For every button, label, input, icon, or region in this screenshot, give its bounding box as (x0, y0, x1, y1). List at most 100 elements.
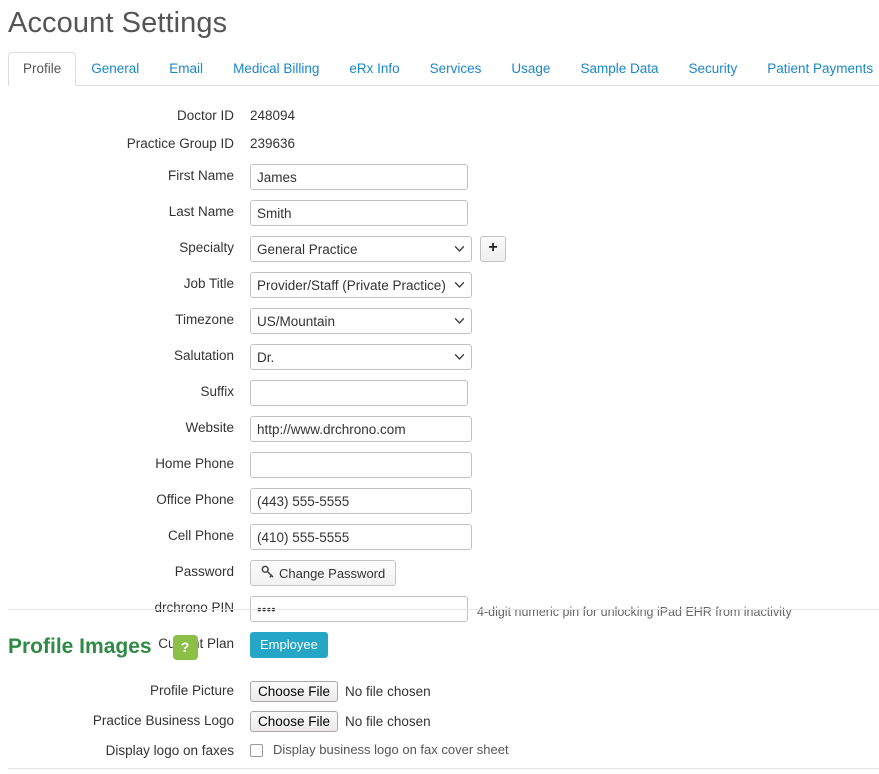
row-password: Password Change Password (0, 560, 879, 586)
tab-general[interactable]: General (76, 52, 154, 86)
tab-services[interactable]: Services (415, 52, 497, 86)
display-logo-checkbox[interactable] (250, 743, 263, 757)
profile-picture-label: Profile Picture (149, 683, 234, 698)
suffix-label: Suffix (200, 384, 234, 399)
home-phone-label: Home Phone (155, 456, 234, 471)
row-last-name: Last Name (0, 200, 879, 226)
tab-email[interactable]: Email (154, 52, 218, 86)
home-phone-input[interactable] (250, 452, 472, 478)
doctor-id-value: 248094 (250, 108, 296, 123)
help-icon[interactable]: ? (172, 634, 198, 660)
website-input[interactable] (250, 416, 472, 442)
first-name-input[interactable] (250, 164, 468, 190)
tab-usage[interactable]: Usage (496, 52, 565, 86)
page-title: Account Settings (8, 7, 228, 39)
row-timezone: Timezone US/Mountain (0, 308, 879, 334)
profile-picture-choose-file-button[interactable]: Choose File (250, 680, 339, 702)
cell-phone-field (250, 524, 472, 550)
cell-phone-label: Cell Phone (167, 528, 234, 543)
job-title-select[interactable]: Provider/Staff (Private Practice) (250, 272, 472, 298)
website-field (250, 416, 472, 442)
current-plan-badge[interactable]: Employee (250, 632, 328, 658)
salutation-field: Dr. (250, 344, 472, 370)
doctor-id-label: Doctor ID (176, 108, 234, 123)
job-title-field: Provider/Staff (Private Practice) (250, 272, 472, 298)
office-phone-label: Office Phone (156, 492, 234, 507)
business-logo-choose-file-button[interactable]: Choose File (250, 710, 339, 732)
row-practice-group-id: Practice Group ID 239636 (0, 132, 879, 154)
tab-sample-data[interactable]: Sample Data (565, 52, 673, 86)
tab-patient-payments[interactable]: Patient Payments (752, 52, 879, 86)
change-password-label: Change Password (279, 565, 386, 581)
current-plan-field: Employee (250, 632, 328, 658)
practice-group-id-field: 239636 (250, 132, 295, 152)
pin-label: drchrono PIN (154, 600, 234, 615)
section-divider-top (8, 609, 879, 610)
salutation-label: Salutation (173, 348, 234, 363)
row-doctor-id: Doctor ID 248094 (0, 104, 879, 126)
row-cell-phone: Cell Phone (0, 524, 879, 550)
business-logo-file-input[interactable]: Choose File No file chosen (250, 710, 431, 732)
add-specialty-button[interactable]: + (480, 236, 506, 262)
profile-images-form: Profile Picture Choose File No file chos… (0, 680, 879, 772)
password-field: Change Password (250, 560, 397, 586)
timezone-label: Timezone (175, 312, 234, 327)
last-name-label: Last Name (168, 204, 234, 219)
display-logo-checkbox-label[interactable]: Display business logo on fax cover sheet (273, 740, 509, 757)
password-label: Password (174, 564, 234, 579)
profile-picture-filename: No file chosen (345, 683, 431, 699)
suffix-input[interactable] (250, 380, 468, 406)
profile-picture-file-input[interactable]: Choose File No file chosen (250, 680, 431, 702)
row-website: Website (0, 416, 879, 442)
tab-medical-billing[interactable]: Medical Billing (218, 52, 334, 86)
job-title-label: Job Title (183, 276, 234, 291)
row-business-logo: Practice Business Logo Choose File No fi… (0, 710, 879, 732)
tab-profile[interactable]: Profile (8, 52, 77, 86)
section-title: Profile Images (8, 635, 152, 658)
display-logo-field: Display business logo on fax cover sheet (250, 740, 509, 757)
profile-form: Doctor ID 248094 Practice Group ID 23963… (0, 104, 879, 668)
section-divider-bottom (8, 768, 879, 769)
doctor-id-field: 248094 (250, 104, 295, 124)
home-phone-field (250, 452, 472, 478)
row-profile-picture: Profile Picture Choose File No file chos… (0, 680, 879, 702)
timezone-select-wrap: US/Mountain (250, 308, 472, 334)
profile-images-heading: Profile Images ? (8, 634, 198, 660)
row-job-title: Job Title Provider/Staff (Private Practi… (0, 272, 879, 298)
row-office-phone: Office Phone (0, 488, 879, 514)
row-display-logo-on-faxes: Display logo on faxes Display business l… (0, 740, 879, 762)
row-specialty: Specialty General Practice + (0, 236, 879, 262)
first-name-field (250, 164, 468, 190)
suffix-field (250, 380, 468, 406)
timezone-select[interactable]: US/Mountain (250, 308, 472, 334)
business-logo-label: Practice Business Logo (92, 713, 234, 728)
display-logo-label: Display logo on faxes (105, 743, 234, 758)
row-salutation: Salutation Dr. (0, 344, 879, 370)
specialty-label: Specialty (179, 240, 234, 255)
profile-picture-field: Choose File No file chosen Will be attac… (250, 680, 431, 702)
settings-tab-bar: Profile General Email Medical Billing eR… (8, 52, 879, 86)
website-label: Website (185, 420, 234, 435)
practice-group-id-label: Practice Group ID (126, 136, 234, 151)
practice-group-id-value: 239636 (250, 136, 296, 151)
change-password-button[interactable]: Change Password (250, 560, 397, 586)
tab-security[interactable]: Security (673, 52, 752, 86)
tab-erx-info[interactable]: eRx Info (334, 52, 414, 86)
key-icon (261, 565, 274, 581)
first-name-label: First Name (167, 168, 234, 183)
cell-phone-input[interactable] (250, 524, 472, 550)
business-logo-field: Choose File No file chosen Will be attac… (250, 710, 431, 732)
row-suffix: Suffix (0, 380, 879, 406)
specialty-select-wrap: General Practice (250, 236, 472, 262)
last-name-field (250, 200, 468, 226)
job-title-select-wrap: Provider/Staff (Private Practice) (250, 272, 472, 298)
row-home-phone: Home Phone (0, 452, 879, 478)
last-name-input[interactable] (250, 200, 468, 226)
row-first-name: First Name (0, 164, 879, 190)
specialty-select[interactable]: General Practice (250, 236, 472, 262)
office-phone-field (250, 488, 472, 514)
business-logo-filename: No file chosen (345, 713, 431, 729)
salutation-select[interactable]: Dr. (250, 344, 472, 370)
timezone-field: US/Mountain (250, 308, 472, 334)
office-phone-input[interactable] (250, 488, 472, 514)
